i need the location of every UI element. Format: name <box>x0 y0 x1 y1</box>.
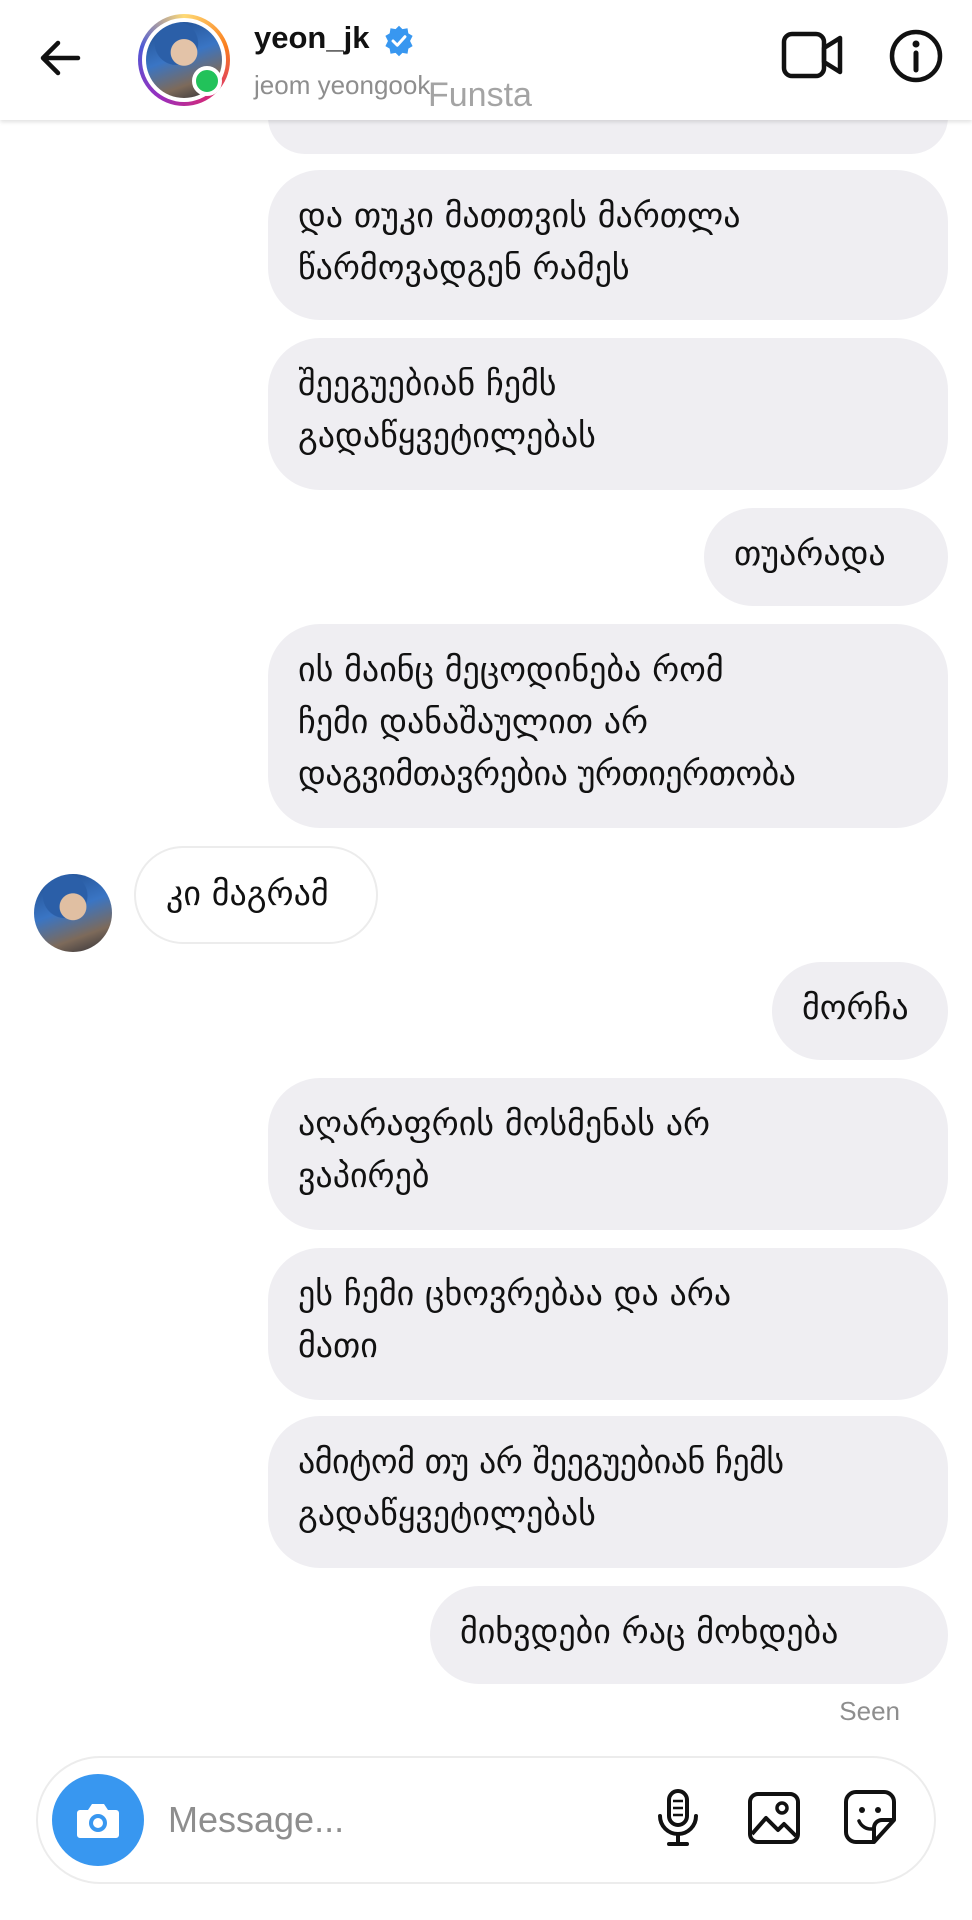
sticker-button[interactable] <box>842 1788 898 1848</box>
message-line: ის მაინც მეცოდინება რომ <box>298 650 724 690</box>
message-bubble: და თუკი მათთვის მართლა წარმოვადგენ რამეს <box>268 170 948 320</box>
camera-icon <box>77 1804 119 1838</box>
verified-badge-icon <box>385 25 413 57</box>
message-line: ვაპირებ <box>298 1156 430 1196</box>
message-bubble: მორჩა <box>772 962 948 1060</box>
message-line: წარმოვადგენ რამეს <box>298 248 630 288</box>
message-bubble: შეეგუებიან ჩემს გადაწყვეტილებას <box>268 338 948 490</box>
message-bubble: აღარაფრის მოსმენას არ ვაპირებ <box>268 1078 948 1230</box>
message-line: და თუკი მათთვის მართლა <box>298 196 741 236</box>
video-call-icon <box>781 31 843 79</box>
gallery-icon <box>748 1792 800 1844</box>
chat-header: yeon_jk jeom yeongook Funsta <box>0 0 972 120</box>
back-arrow-icon <box>40 40 81 76</box>
message-bubble: მიხვდები რაც მოხდება <box>430 1586 948 1684</box>
info-button[interactable] <box>888 28 944 84</box>
message-line: აღარაფრის მოსმენას არ <box>298 1104 711 1144</box>
sender-avatar[interactable] <box>34 874 112 952</box>
microphone-button[interactable] <box>650 1788 706 1848</box>
message-bubble-incoming: კი მაგრამ <box>134 846 378 944</box>
back-button[interactable] <box>34 32 86 84</box>
info-icon <box>889 29 943 83</box>
video-call-button[interactable] <box>780 26 844 84</box>
message-bubble: ეს ჩემი ცხოვრებაა და არა მათი <box>268 1248 948 1400</box>
message-line: მათი <box>298 1326 378 1366</box>
gallery-button[interactable] <box>746 1790 802 1846</box>
camera-button[interactable] <box>52 1774 144 1866</box>
message-line: ამიტომ თუ არ შეეგუებიან ჩემს <box>298 1442 784 1482</box>
message-line: ჩემი დანაშაულით არ <box>298 702 649 742</box>
message-line: დაგვიმთავრებია ურთიერთობა <box>298 754 796 794</box>
message-line: თუარადა <box>734 534 886 574</box>
seen-status: Seen <box>839 1696 900 1726</box>
message-line: გადაწყვეტილებას <box>298 1494 596 1534</box>
message-line: მორჩა <box>802 988 909 1028</box>
message-bubble: ის მაინც მეცოდინება რომ ჩემი დანაშაულით … <box>268 624 948 828</box>
message-line: კი მაგრამ <box>166 874 329 914</box>
chat-subname: jeom yeongook <box>254 70 431 100</box>
microphone-icon <box>658 1789 698 1846</box>
message-bubble: თუარადა <box>704 508 948 606</box>
chat-username[interactable]: yeon_jk <box>254 20 369 56</box>
message-line: შეეგუებიან ჩემს <box>298 364 557 404</box>
message-bubble: ამიტომ თუ არ შეეგუებიან ჩემს გადაწყვეტილ… <box>268 1416 948 1568</box>
watermark-text: Funsta <box>428 76 532 114</box>
sticker-icon <box>844 1790 896 1844</box>
online-status-dot <box>192 66 222 96</box>
message-line: ეს ჩემი ცხოვრებაა და არა <box>298 1274 732 1314</box>
message-line: მიხვდები რაც მოხდება <box>460 1612 839 1652</box>
message-line: გადაწყვეტილებას <box>298 416 596 456</box>
message-input[interactable] <box>168 1790 628 1850</box>
